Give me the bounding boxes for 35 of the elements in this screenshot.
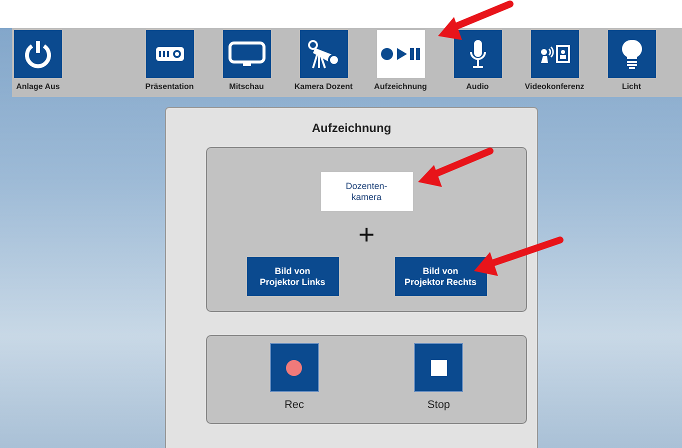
plus-sign: + (358, 221, 375, 249)
tool-button[interactable] (376, 30, 424, 78)
tool-label: Anlage Aus (16, 82, 60, 91)
tool-label: Licht (622, 82, 642, 91)
tool-button[interactable] (14, 30, 62, 78)
tool-button[interactable] (608, 30, 656, 78)
tool-button[interactable] (222, 30, 270, 78)
control-label: Stop (427, 399, 450, 411)
stop-icon (430, 360, 447, 376)
projector-source-button[interactable]: Bild von Projektor Rechts (394, 257, 486, 296)
tool-button[interactable] (146, 30, 194, 78)
panel-title: Aufzeichnung (310, 121, 392, 135)
tool-label: Videokonferenz (524, 82, 584, 91)
videoconference-icon (538, 43, 570, 65)
camera-source-button[interactable]: Dozenten- kamera (320, 172, 412, 211)
camera-icon (306, 39, 340, 69)
stop-button[interactable] (414, 343, 464, 392)
tool-label: Aufzeichnung (374, 82, 427, 91)
record-icon (286, 360, 302, 376)
control-label: Rec (284, 399, 304, 411)
record-button[interactable] (270, 343, 319, 392)
tool-label: Audio (466, 82, 489, 91)
tool-button[interactable] (454, 30, 502, 78)
projector-icon (156, 47, 184, 61)
record-play-pause-icon (380, 46, 422, 62)
tool-label: Kamera Dozent (294, 82, 353, 91)
tool-button[interactable] (300, 30, 348, 78)
light-bulb-icon (622, 39, 642, 69)
tool-label: Mitschau (229, 82, 264, 91)
tool-button[interactable] (530, 30, 578, 78)
tool-label: Präsentation (145, 82, 194, 91)
projector-source-button[interactable]: Bild von Projektor Links (246, 257, 338, 296)
microphone-icon (468, 39, 486, 69)
monitor-icon (228, 41, 266, 67)
power-icon (23, 39, 53, 69)
